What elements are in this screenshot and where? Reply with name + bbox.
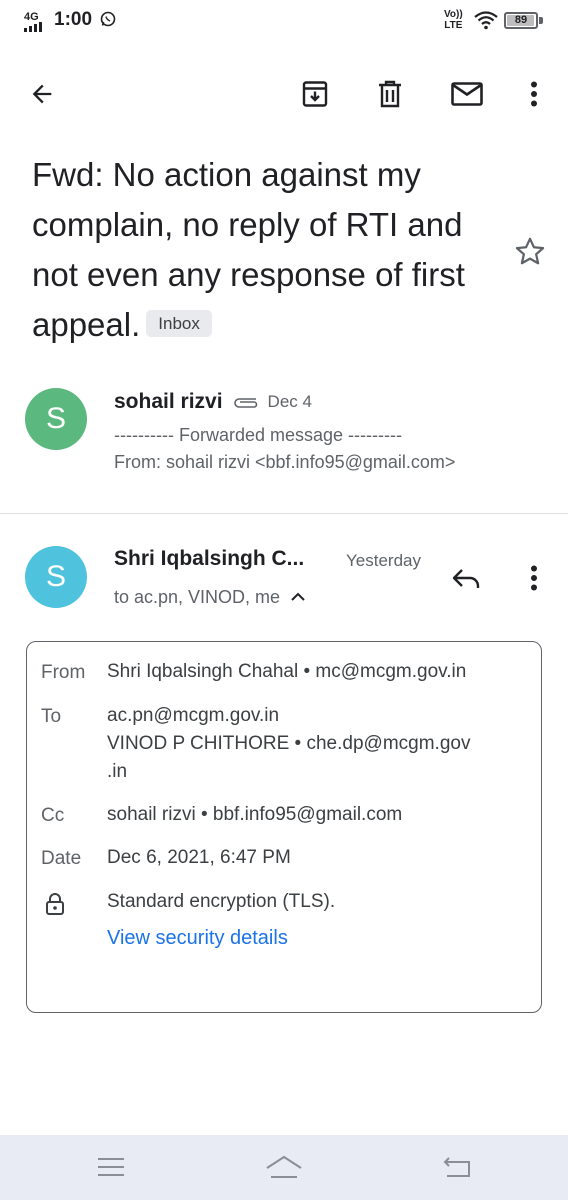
more-options-button[interactable]	[514, 74, 554, 114]
message-date: Dec 4	[267, 392, 312, 411]
signal-icon	[24, 22, 42, 32]
avatar-letter: S	[45, 402, 66, 435]
network-type: 4G	[24, 11, 39, 23]
delete-button[interactable]	[370, 74, 410, 114]
more-vert-icon	[531, 81, 537, 107]
recipients-toggle[interactable]: to ac.pn, VINOD, me	[114, 584, 306, 610]
sender-name: sohail rizvi	[114, 390, 223, 413]
mark-unread-button[interactable]	[447, 74, 487, 114]
subject-text: Fwd: No action against my complain, no r…	[32, 156, 465, 343]
inbox-label-chip[interactable]: Inbox	[146, 309, 212, 337]
volte-top: Vo))	[444, 9, 463, 20]
message-collapsed[interactable]: S sohail rizvi Dec 4 ---------- Forwarde…	[0, 380, 568, 490]
to-label: To	[41, 706, 62, 727]
attachment-icon	[233, 398, 257, 408]
battery-nub	[539, 17, 543, 24]
encryption-status: Standard encryption (TLS).	[107, 891, 336, 912]
home-button[interactable]	[258, 1149, 310, 1185]
from-label: From	[41, 662, 86, 683]
snippet-line: From: sohail rizvi <bbf.info95@gmail.com…	[114, 452, 456, 472]
archive-icon	[302, 81, 328, 107]
back-nav-button[interactable]	[432, 1149, 482, 1185]
view-security-details-link[interactable]: View security details	[107, 927, 288, 950]
network-indicator: 4G	[24, 12, 44, 34]
avatar[interactable]: S	[25, 388, 87, 450]
whatsapp-icon	[100, 11, 116, 27]
email-subject: Fwd: No action against my complain, no r…	[32, 150, 502, 350]
lock-icon	[46, 893, 64, 915]
volte-bottom: LTE	[444, 20, 463, 31]
back-button[interactable]	[22, 74, 62, 114]
to-value-2: VINOD P CHITHORE • che.dp@mcgm.gov	[107, 733, 471, 754]
chevron-up-icon	[291, 592, 305, 601]
message-details-panel: From Shri Iqbalsingh Chahal • mc@mcgm.go…	[26, 641, 542, 1013]
home-icon	[266, 1155, 302, 1178]
message-date: Yesterday	[346, 551, 421, 570]
date-label: Date	[41, 848, 82, 869]
from-value: Shri Iqbalsingh Chahal • mc@mcgm.gov.in	[107, 661, 467, 682]
back-nav-icon	[443, 1157, 470, 1177]
system-nav-bar	[0, 1135, 568, 1200]
sender-name: Shri Iqbalsingh C...	[114, 547, 305, 570]
cc-label: Cc	[41, 805, 65, 826]
battery-icon: 89	[504, 12, 538, 29]
wifi-icon	[474, 11, 498, 30]
divider	[0, 513, 568, 514]
recipients-summary: to ac.pn, VINOD, me	[114, 587, 281, 607]
to-value-1: ac.pn@mcgm.gov.in	[107, 705, 280, 726]
message-more-button[interactable]	[514, 558, 554, 598]
reply-icon	[452, 569, 480, 588]
date-value: Dec 6, 2021, 6:47 PM	[107, 847, 291, 868]
clock: 1:00	[54, 9, 93, 30]
star-icon	[515, 237, 545, 265]
message-header: sohail rizvi Dec 4	[114, 390, 312, 414]
avatar-letter: S	[45, 560, 66, 593]
to-value-3: .in	[107, 761, 128, 782]
recents-button[interactable]	[86, 1149, 136, 1185]
menu-icon	[98, 1158, 124, 1176]
star-button[interactable]	[512, 234, 548, 270]
status-bar: 4G 1:00 Vo)) LTE 89	[0, 0, 568, 44]
avatar[interactable]: S	[25, 546, 87, 608]
reply-button[interactable]	[446, 558, 486, 598]
back-arrow-icon	[32, 84, 52, 104]
delete-icon	[379, 80, 401, 108]
snippet-line: ---------- Forwarded message ---------	[114, 425, 402, 445]
more-vert-icon	[531, 565, 537, 591]
volte-indicator: Vo)) LTE	[444, 9, 463, 31]
cc-value: sohail rizvi • bbf.info95@gmail.com	[107, 804, 403, 825]
mark-unread-icon	[451, 82, 483, 106]
battery-level: 89	[514, 14, 528, 26]
archive-button[interactable]	[295, 74, 335, 114]
